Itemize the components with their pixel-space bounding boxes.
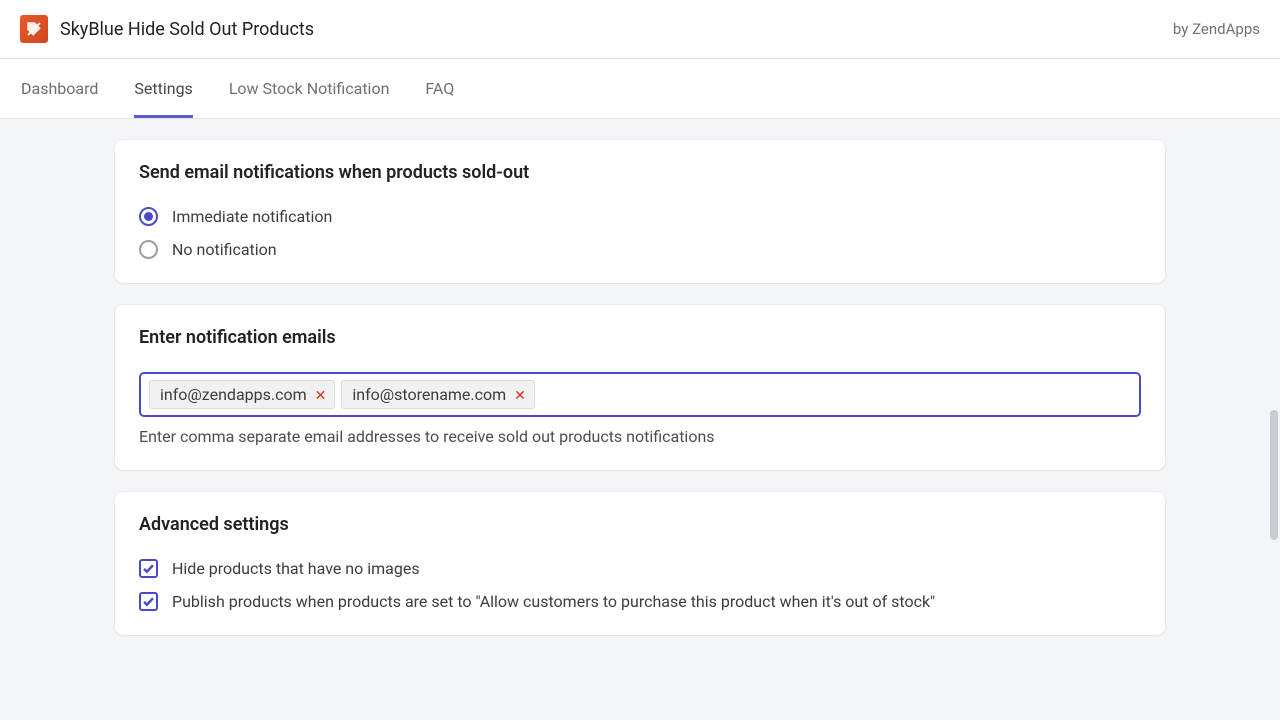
checkbox-hide-no-images[interactable]: Hide products that have no images <box>139 559 1141 578</box>
content-area: Send email notifications when products s… <box>0 119 1280 635</box>
tab-faq[interactable]: FAQ <box>425 59 454 118</box>
card-advanced-title: Advanced settings <box>139 514 1141 535</box>
checkbox-icon <box>139 592 158 611</box>
remove-chip-icon[interactable]: ✕ <box>514 387 526 403</box>
checkbox-label: Publish products when products are set t… <box>172 592 935 611</box>
app-icon <box>20 15 48 43</box>
card-notifications: Send email notifications when products s… <box>115 140 1165 283</box>
radio-icon <box>139 240 158 259</box>
scrollbar-thumb[interactable] <box>1270 410 1278 540</box>
email-tag-input[interactable]: info@zendapps.com ✕ info@storename.com ✕ <box>139 372 1141 417</box>
header-left: SkyBlue Hide Sold Out Products <box>20 15 314 43</box>
tag-slash-icon <box>25 20 43 38</box>
email-chip: info@storename.com ✕ <box>341 380 535 409</box>
card-emails-title: Enter notification emails <box>139 327 1141 348</box>
checkmark-icon <box>142 562 155 575</box>
tab-dashboard[interactable]: Dashboard <box>21 59 98 118</box>
card-advanced: Advanced settings Hide products that hav… <box>115 492 1165 635</box>
remove-chip-icon[interactable]: ✕ <box>315 387 327 403</box>
radio-no-notification[interactable]: No notification <box>139 240 1141 259</box>
tab-low-stock-notification[interactable]: Low Stock Notification <box>229 59 390 118</box>
radio-label: Immediate notification <box>172 207 332 226</box>
app-header: SkyBlue Hide Sold Out Products by ZendAp… <box>0 0 1280 59</box>
tab-bar: Dashboard Settings Low Stock Notificatio… <box>0 59 1280 119</box>
checkbox-label: Hide products that have no images <box>172 559 420 578</box>
by-vendor-text: by ZendApps <box>1173 20 1260 38</box>
email-chip-text: info@zendapps.com <box>160 385 307 404</box>
card-emails: Enter notification emails info@zendapps.… <box>115 305 1165 470</box>
email-chip: info@zendapps.com ✕ <box>149 380 335 409</box>
checkbox-publish-oos[interactable]: Publish products when products are set t… <box>139 592 1141 611</box>
app-title: SkyBlue Hide Sold Out Products <box>60 19 314 40</box>
tab-settings[interactable]: Settings <box>134 59 192 118</box>
checkbox-icon <box>139 559 158 578</box>
checkmark-icon <box>142 595 155 608</box>
radio-label: No notification <box>172 240 277 259</box>
radio-icon <box>139 207 158 226</box>
card-notifications-title: Send email notifications when products s… <box>139 162 1141 183</box>
email-chip-text: info@storename.com <box>352 385 506 404</box>
email-helper-text: Enter comma separate email addresses to … <box>139 427 1141 446</box>
radio-immediate-notification[interactable]: Immediate notification <box>139 207 1141 226</box>
